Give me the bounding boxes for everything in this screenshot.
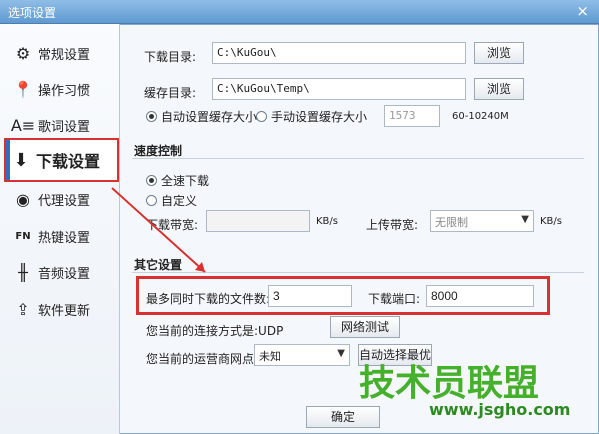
arrow-line (111, 187, 206, 273)
watermark: 技术员联盟 www.jsgho.com (359, 354, 589, 424)
watermark-text: 技术员联盟 (359, 363, 540, 404)
watermark-url: www.jsgho.com (429, 400, 571, 419)
